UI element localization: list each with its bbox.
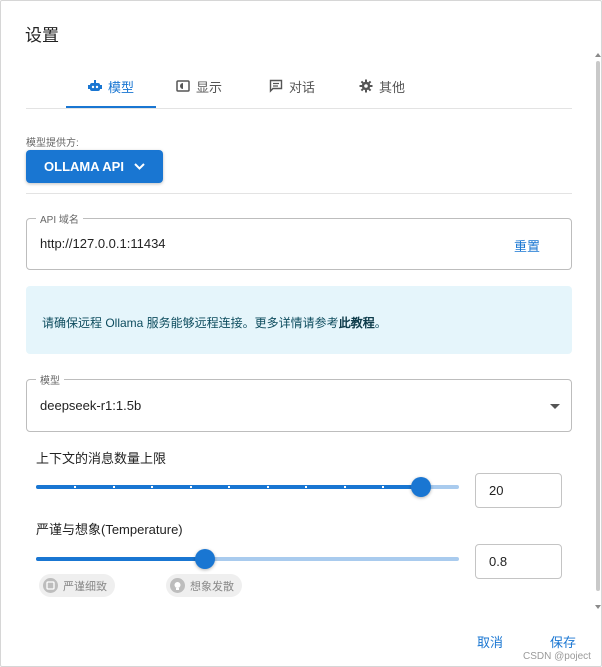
model-select[interactable]: 模型 deepseek-r1:1.5b [26,372,572,432]
info-suffix: 。 [374,316,387,330]
slider-track [36,557,205,561]
tab-chat[interactable]: 对话 [259,65,325,107]
robot-icon [87,80,102,91]
context-limit-slider[interactable] [36,477,459,497]
slider-tick-mark [113,486,115,488]
slider-tick-mark [344,486,346,488]
tab-model-label: 模型 [107,79,134,95]
scrollbar-thumb[interactable] [596,61,600,591]
info-message: 请确保远程 Ollama 服务能够远程连接。更多详情请参考 [42,316,339,330]
tab-other[interactable]: 其他 [349,65,415,107]
slider-tick-mark [228,486,230,488]
scroll-up-arrow[interactable] [595,53,601,57]
context-limit-label: 上下文的消息数量上限 [36,451,167,466]
model-value: deepseek-r1:1.5b [40,398,142,413]
display-icon [176,80,190,92]
rigorous-icon [43,578,58,593]
slider-tick-mark [267,486,269,488]
temperature-value: 0.8 [489,554,508,569]
tab-other-label: 其他 [378,79,405,95]
lightbulb-icon [170,578,185,593]
provider-value: OLLAMA API [44,159,124,174]
scroll-down-arrow[interactable] [595,605,601,609]
chip-rigorous: 严谨细致 [39,574,115,597]
scrollbar[interactable] [595,53,601,613]
reset-button[interactable]: 重置 [514,236,540,255]
dropdown-arrow-icon [550,404,560,409]
api-host-input[interactable]: http://127.0.0.1:11434 [40,236,166,251]
model-label: 模型 [36,372,64,387]
api-host-field[interactable]: API 域名 http://127.0.0.1:11434 重置 [26,211,572,270]
tab-chat-label: 对话 [288,79,315,95]
temperature-slider[interactable] [36,549,459,569]
chevron-down-icon [134,163,145,170]
provider-select-button[interactable]: OLLAMA API [26,150,163,183]
tab-display-label: 显示 [195,79,222,95]
tab-model[interactable]: 模型 [66,65,156,107]
gear-icon [359,79,373,93]
chip-imaginative: 想象发散 [166,574,242,597]
cancel-button[interactable]: 取消 [477,632,503,651]
slider-tick-mark [190,486,192,488]
tutorial-link[interactable]: 此教程 [339,316,375,330]
dialog-title: 设置 [25,26,59,45]
section-divider [26,193,572,194]
slider-tick-mark [305,486,307,488]
info-text: 请确保远程 Ollama 服务能够远程连接。更多详情请参考此教程。 [42,314,387,331]
slider-tick-mark [74,486,76,488]
slider-thumb[interactable] [411,477,431,497]
context-limit-value: 20 [489,483,504,498]
slider-thumb[interactable] [195,549,215,569]
watermark-text: CSDN @poject [523,651,591,662]
chip-rigorous-label: 严谨细致 [63,580,107,593]
temperature-input[interactable]: 0.8 [475,544,562,579]
save-button[interactable]: 保存 [550,632,576,651]
chat-icon [269,79,283,93]
slider-tick-mark [151,486,153,488]
tab-bar: 模型 显示 对话 其他 [26,65,572,109]
info-alert: 请确保远程 Ollama 服务能够远程连接。更多详情请参考此教程。 [26,286,572,354]
chip-imaginative-label: 想象发散 [190,580,234,593]
active-tab-indicator [66,106,156,108]
api-host-label: API 域名 [36,211,83,226]
provider-label: 模型提供方: [26,138,79,149]
slider-tick-mark [382,486,384,488]
tab-display[interactable]: 显示 [166,65,232,107]
context-limit-input[interactable]: 20 [475,473,562,508]
temperature-label: 严谨与想象(Temperature) [36,522,183,537]
settings-dialog: 设置 模型 显示 对话 其他 模型提供方: OLLAMA API API 域名 … [0,0,602,667]
